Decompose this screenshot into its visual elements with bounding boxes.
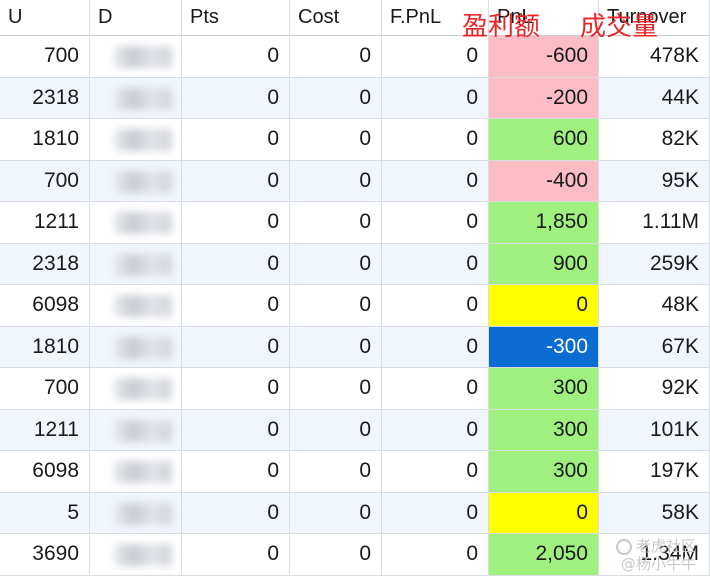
redacted-cell [114,378,172,400]
redacted-cell [114,295,172,317]
cell-cost[interactable]: 0 [290,534,382,576]
cell-fpnl[interactable]: 0 [382,202,489,244]
cell-turnover[interactable]: 101K [599,409,710,451]
cell-u[interactable]: 700 [0,36,90,78]
cell-pnl[interactable]: 1,850 [489,202,599,244]
cell-u[interactable]: 6098 [0,285,90,327]
cell-u[interactable]: 6098 [0,451,90,493]
redacted-cell [114,46,172,68]
cell-turnover[interactable]: 82K [599,119,710,161]
cell-turnover[interactable]: 67K [599,326,710,368]
cell-pts[interactable]: 0 [182,285,290,327]
cell-fpnl[interactable]: 0 [382,243,489,285]
cell-u[interactable]: 700 [0,368,90,410]
cell-turnover[interactable]: 259K [599,243,710,285]
cell-cost[interactable]: 0 [290,77,382,119]
cell-fpnl[interactable]: 0 [382,285,489,327]
cell-fpnl[interactable]: 0 [382,119,489,161]
cell-pnl[interactable]: 300 [489,451,599,493]
redacted-cell [114,170,172,193]
redacted-column-d [104,36,184,581]
cell-u[interactable]: 2318 [0,243,90,285]
cell-u[interactable]: 700 [0,160,90,202]
cell-cost[interactable]: 0 [290,326,382,368]
cell-cost[interactable]: 0 [290,243,382,285]
cell-fpnl[interactable]: 0 [382,326,489,368]
cell-u[interactable]: 1810 [0,119,90,161]
cell-pts[interactable]: 0 [182,202,290,244]
redacted-cell [114,253,172,276]
cell-turnover[interactable]: 1.11M [599,202,710,244]
cell-u[interactable]: 1810 [0,326,90,368]
cell-fpnl[interactable]: 0 [382,451,489,493]
cell-pts[interactable]: 0 [182,160,290,202]
redacted-cell [114,336,172,359]
column-header-cost[interactable]: Cost [290,0,382,36]
cell-cost[interactable]: 0 [290,451,382,493]
cell-u[interactable]: 5 [0,492,90,534]
redacted-cell [114,129,172,151]
cell-fpnl[interactable]: 0 [382,368,489,410]
cell-pnl[interactable]: 2,050 [489,534,599,576]
cell-turnover[interactable]: 58K [599,492,710,534]
cell-pts[interactable]: 0 [182,36,290,78]
cell-cost[interactable]: 0 [290,285,382,327]
cell-pts[interactable]: 0 [182,492,290,534]
cell-pnl[interactable]: 300 [489,409,599,451]
cell-pnl[interactable]: 300 [489,368,599,410]
tiger-logo-icon [615,538,632,555]
cell-pnl[interactable]: -300 [489,326,599,368]
column-header-d[interactable]: D [90,0,182,36]
cell-pnl[interactable]: 0 [489,285,599,327]
cell-pts[interactable]: 0 [182,409,290,451]
cell-fpnl[interactable]: 0 [382,160,489,202]
cell-pts[interactable]: 0 [182,534,290,576]
watermark-line1: 老虎社区 [635,537,696,555]
redacted-cell [114,419,172,442]
cell-cost[interactable]: 0 [290,492,382,534]
annotation-pnl: 盈利额 [462,12,541,42]
cell-turnover[interactable]: 48K [599,285,710,327]
column-header-u[interactable]: U [0,0,90,36]
cell-cost[interactable]: 0 [290,409,382,451]
redacted-cell [114,87,172,110]
cell-cost[interactable]: 0 [290,160,382,202]
cell-pnl[interactable]: 0 [489,492,599,534]
cell-u[interactable]: 1211 [0,409,90,451]
cell-pts[interactable]: 0 [182,368,290,410]
cell-pnl[interactable]: -400 [489,160,599,202]
redacted-cell [114,502,172,525]
cell-u[interactable]: 2318 [0,77,90,119]
cell-cost[interactable]: 0 [290,36,382,78]
cell-pnl[interactable]: -200 [489,77,599,119]
cell-u[interactable]: 3690 [0,534,90,576]
cell-cost[interactable]: 0 [290,202,382,244]
cell-pnl[interactable]: 600 [489,119,599,161]
annotation-turnover: 成交量 [580,12,659,42]
cell-turnover[interactable]: 95K [599,160,710,202]
cell-cost[interactable]: 0 [290,368,382,410]
cell-cost[interactable]: 0 [290,119,382,161]
cell-pts[interactable]: 0 [182,77,290,119]
watermark: 老虎社区 @杨小牛牛 [615,537,696,573]
redacted-cell [114,461,172,483]
column-header-pts[interactable]: Pts [182,0,290,36]
cell-fpnl[interactable]: 0 [382,409,489,451]
cell-turnover[interactable]: 92K [599,368,710,410]
cell-pnl[interactable]: 900 [489,243,599,285]
cell-turnover[interactable]: 197K [599,451,710,493]
redacted-cell [114,544,172,566]
cell-fpnl[interactable]: 0 [382,492,489,534]
cell-turnover[interactable]: 44K [599,77,710,119]
cell-fpnl[interactable]: 0 [382,534,489,576]
cell-fpnl[interactable]: 0 [382,77,489,119]
cell-pts[interactable]: 0 [182,326,290,368]
redacted-cell [114,212,172,234]
cell-pts[interactable]: 0 [182,119,290,161]
cell-u[interactable]: 1211 [0,202,90,244]
watermark-line2: @杨小牛牛 [620,555,696,573]
cell-pts[interactable]: 0 [182,451,290,493]
cell-pts[interactable]: 0 [182,243,290,285]
